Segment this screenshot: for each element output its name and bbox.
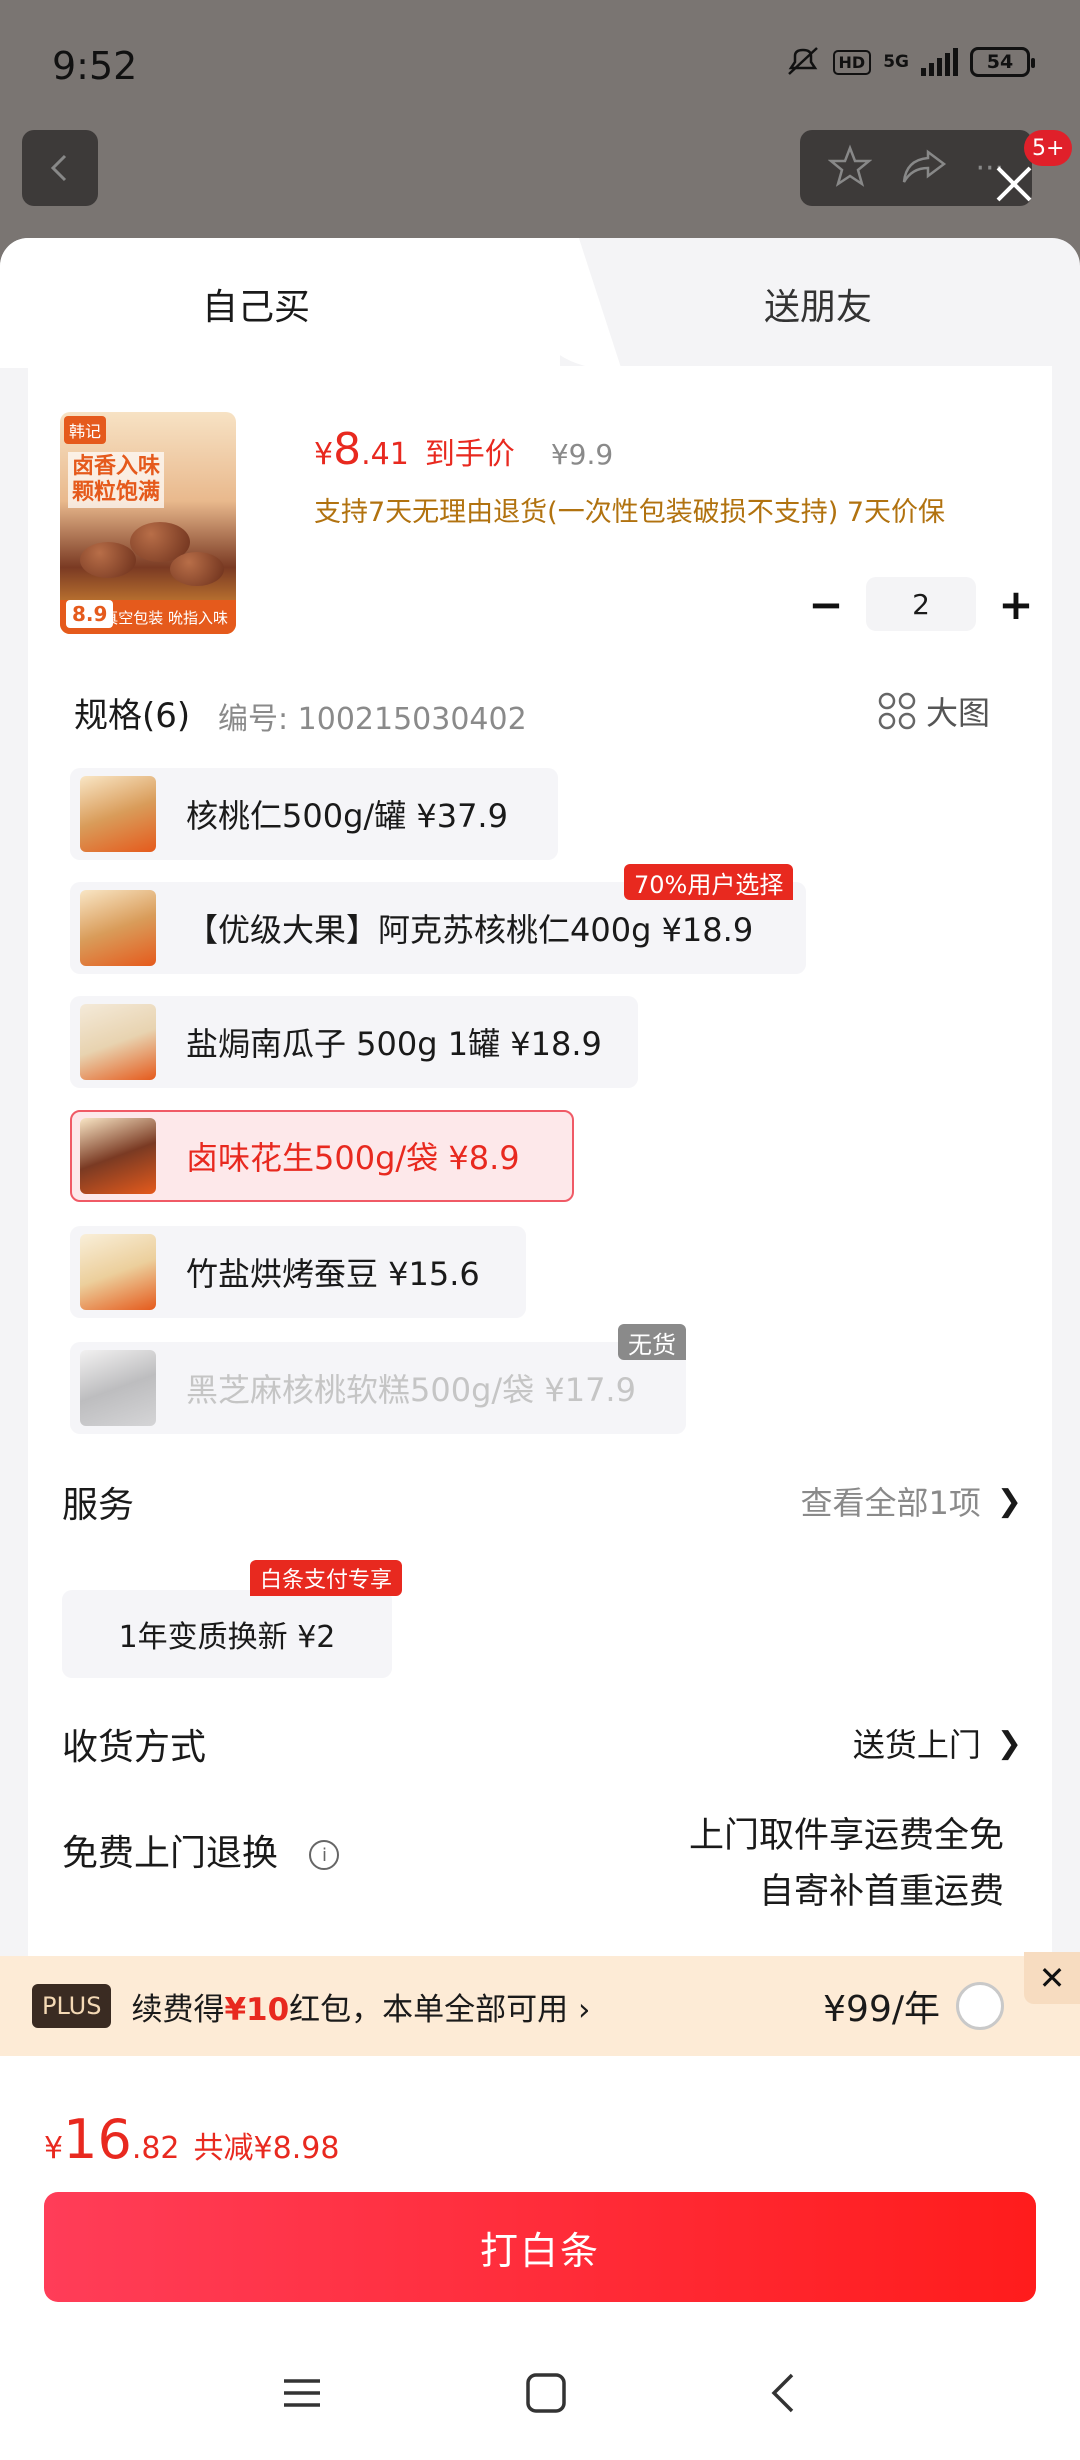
delivery-title: 收货方式 [62,1727,207,1768]
free-return-line1: 上门取件享运费全免 [688,1816,1004,1856]
plus-tag: PLUS [32,1984,112,2028]
total-saving: 共减¥8.98 [193,2131,340,2166]
spec-code: 编号: 100215030402 [218,702,527,737]
spec-thumbnail [80,1350,156,1426]
price-row: ¥ 8 .41 到手价 ¥9.9 [314,424,613,475]
product-image-price: 8.9 [66,600,114,628]
favorite-icon[interactable] [827,144,873,192]
plus-membership-bar[interactable]: PLUS 续费得¥10红包，本单全部可用 › ¥99/年 ✕ [0,1952,1080,2056]
total-currency: ¥ [44,2131,64,2166]
plus-radio[interactable] [956,1982,1004,2030]
peanut-shape [170,552,224,586]
product-image-brand: 韩记 [64,416,107,444]
service-view-all[interactable]: 查看全部1项 ❯ [800,1478,1022,1524]
spec-item-label: 竹盐烘烤蚕豆 ¥15.6 [186,1255,480,1293]
network-label: 5G [883,51,909,72]
service-chip[interactable]: 1年变质换新 ¥2 [62,1590,392,1678]
plus-text: 续费得¥10红包，本单全部可用 › [131,1984,590,2029]
quantity-stepper: − 2 + [798,576,1044,632]
back-button[interactable] [22,130,98,206]
service-view-all-label: 查看全部1项 [800,1484,981,1522]
system-nav-bar [0,2330,1080,2460]
return-policy-text: 支持7天无理由退货(一次性包装破损不支持) 7天价保 [314,497,946,528]
spec-thumbnail [80,890,156,966]
close-icon[interactable]: ✕ [1024,1952,1080,2004]
purchase-sheet: 自己买 送朋友 韩记 卤香入味 颗粒饱满 真空包装 吮指入味 8.9 ¥ 8 .… [0,238,1080,2460]
price-currency: ¥ [314,437,334,472]
spec-item-peanut[interactable]: 卤味花生500g/袋 ¥8.9 [70,1110,574,1202]
big-image-button[interactable]: 大图 [878,688,990,734]
delivery-option[interactable]: 送货上门 ❯ [853,1720,1022,1766]
total-integer: 16 [63,2108,132,2171]
peanut-shape [80,542,136,578]
pay-button[interactable]: 打白条 [44,2192,1036,2302]
battery-icon: 54 [970,47,1035,77]
service-title: 服务 [62,1485,135,1526]
price-decimal: .41 [361,437,409,472]
service-chip-badge: 白条支付专享 [250,1560,403,1596]
total-price: ¥ 16 .82 共减¥8.98 [44,2108,339,2171]
spec-item-label: 核桃仁500g/罐 ¥37.9 [186,797,508,835]
tab-self-label[interactable]: 自己买 [202,278,310,330]
menu-icon[interactable] [280,2375,324,2415]
product-image[interactable]: 韩记 卤香入味 颗粒饱满 真空包装 吮指入味 8.9 [60,412,236,634]
status-time: 9:52 [52,44,138,88]
checkout-panel: ¥ 16 .82 共减¥8.98 打白条 [0,2056,1080,2460]
hd-icon: HD [832,49,872,75]
big-image-label: 大图 [926,694,991,732]
plus-text-suffix: 红包，本单全部可用 › [289,1991,591,2028]
spec-title: 规格(6) [74,696,191,736]
spec-thumbnail [80,1234,156,1310]
free-return-line2: 自寄补首重运费 [758,1872,1004,1912]
signal-icon [921,48,958,76]
spec-item-broad-beans[interactable]: 竹盐烘烤蚕豆 ¥15.6 [70,1226,526,1318]
plus-amount: ¥10 [224,1991,290,2028]
chevron-left-icon [50,154,67,182]
status-bar: 9:52 HD 5G 54 [0,0,1080,130]
spec-item-walnut[interactable]: 核桃仁500g/罐 ¥37.9 [70,768,558,860]
sku-card: 韩记 卤香入味 颗粒饱满 真空包装 吮指入味 8.9 ¥ 8 .41 到手价 ¥… [28,366,1052,2206]
grid-icon [878,692,916,730]
spec-thumbnail [80,776,156,852]
price-label: 到手价 [424,437,515,472]
minus-button[interactable]: − [798,576,854,632]
back-icon[interactable] [768,2371,800,2419]
spec-item-sesame-cake: 黑芝麻核桃软糕500g/袋 ¥17.9 [70,1342,686,1434]
spec-item-label: 【优级大果】阿克苏核桃仁400g ¥18.9 [186,911,754,949]
plus-price: ¥99/年 [823,1989,940,2030]
free-return-title: 免费上门退换 [62,1833,279,1874]
original-price: ¥9.9 [550,438,614,471]
out-of-stock-badge: 无货 [618,1324,686,1360]
close-icon[interactable] [990,160,1038,208]
delivery-value: 送货上门 [852,1726,981,1764]
chevron-right-icon: ❯ [996,1725,1022,1761]
home-icon[interactable] [524,2371,568,2419]
price-integer: 8 [333,424,362,475]
spec-item-pumpkin-seeds[interactable]: 盐焗南瓜子 500g 1罐 ¥18.9 [70,996,638,1088]
free-return-detail: 上门取件享运费全免 自寄补首重运费 [689,1808,1004,1920]
spec-item-label: 盐焗南瓜子 500g 1罐 ¥18.9 [186,1025,602,1063]
quantity-value[interactable]: 2 [866,577,976,631]
free-return-row: 免费上门退换 i [62,1824,340,1876]
spec-item-label: 卤味花生500g/袋 ¥8.9 [186,1139,520,1177]
status-icons: HD 5G 54 [785,46,1035,78]
chevron-right-icon: ❯ [996,1483,1022,1519]
popular-badge: 70%用户选择 [624,864,794,900]
spec-thumbnail [80,1004,156,1080]
tab-friend[interactable]: 送朋友 [764,278,872,330]
mute-icon [785,46,821,78]
info-icon[interactable]: i [309,1840,340,1870]
spec-item-label: 黑芝麻核桃软糕500g/袋 ¥17.9 [186,1371,636,1409]
plus-button[interactable]: + [988,576,1044,632]
share-icon[interactable] [900,146,948,190]
product-image-text-1: 卤香入味 [72,454,161,479]
product-image-text-2: 颗粒饱满 [72,480,161,505]
plus-text-prefix: 续费得 [131,1991,225,2028]
spec-thumbnail [80,1118,156,1194]
total-decimal: .82 [131,2131,180,2166]
